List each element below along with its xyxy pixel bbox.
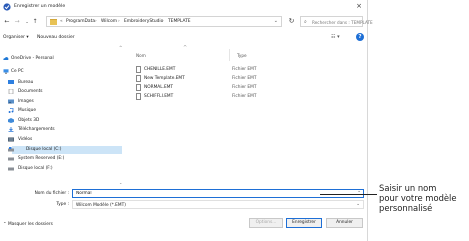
title-bar: Enregistrer un modèle × <box>0 0 367 14</box>
sidebar-item-onedrive[interactable]: OneDrive - Personal <box>11 56 54 61</box>
view-options-icon[interactable]: ☷ ▾ <box>331 34 340 40</box>
sidebar-item-videos[interactable]: Vidéos <box>18 137 32 142</box>
desktop-icon <box>8 80 14 84</box>
back-arrow-icon[interactable]: ← <box>3 17 11 26</box>
recent-locations-icon[interactable]: ⌄ <box>23 17 31 26</box>
sidebar-item-images[interactable]: Images <box>18 99 34 104</box>
file-icon <box>136 66 141 73</box>
file-type: Fichier EMT <box>232 94 257 99</box>
drive-icon <box>8 147 14 152</box>
callout-line-1: Saisir un nom <box>379 183 437 193</box>
file-row[interactable]: CHENILLE.EMT Fichier EMT <box>136 66 336 74</box>
sidebar-item-musique[interactable]: Musique <box>18 108 36 113</box>
objects-3d-icon <box>8 118 14 123</box>
column-header-type[interactable]: Type <box>237 53 247 58</box>
file-type: Fichier EMT <box>232 85 257 90</box>
dialog-title: Enregistrer un modèle <box>14 4 66 9</box>
sidebar-item-ce-pc[interactable]: Ce PC <box>11 69 24 74</box>
file-name: New Template.EMT <box>144 76 185 81</box>
chevron-down-icon[interactable]: ⌄ <box>274 18 278 24</box>
cloud-icon <box>3 57 9 60</box>
callout-line-2: pour votre modèle <box>379 193 457 203</box>
file-type: Fichier EMT <box>232 76 257 81</box>
app-icon <box>3 3 11 11</box>
file-row[interactable]: New Template.EMT Fichier EMT <box>136 75 336 83</box>
pictures-icon <box>8 99 14 104</box>
up-arrow-icon[interactable]: ↑ <box>31 17 39 26</box>
column-header-name[interactable]: Nom <box>136 53 146 58</box>
drive-icon <box>8 167 14 171</box>
hide-folders-toggle[interactable]: ⌃ Masquer les dossiers <box>3 222 53 227</box>
file-name: SCHIFFLI.EMT <box>144 94 174 99</box>
options-button[interactable]: Options... <box>249 218 283 228</box>
breadcrumb-programdata[interactable]: ProgramData <box>66 19 95 24</box>
file-name: CHENILLE.EMT <box>144 67 176 72</box>
file-icon <box>136 75 141 82</box>
callout-line <box>320 194 377 195</box>
callout-line-3: personnalisé <box>379 203 433 213</box>
file-icon <box>136 84 141 91</box>
videos-icon <box>8 137 14 142</box>
pc-icon <box>3 69 9 74</box>
file-type-value: Wilcom Modèle (*.EMT) <box>76 202 126 208</box>
command-bar: Organiser ▾ Nouveau dossier ☷ ▾ ? <box>0 31 367 44</box>
sidebar-item-bureau[interactable]: Bureau <box>18 80 33 85</box>
file-icon <box>136 93 141 100</box>
column-divider[interactable] <box>229 49 230 61</box>
forward-arrow-icon[interactable]: → <box>13 17 21 26</box>
music-icon <box>8 108 14 113</box>
documents-icon <box>8 89 14 94</box>
search-icon: ⌕ <box>304 19 307 25</box>
sidebar-item-label: Disque local (C:) <box>26 147 62 152</box>
refresh-icon[interactable]: ↻ <box>286 16 297 27</box>
help-icon[interactable]: ? <box>356 33 364 41</box>
breadcrumb-separator-icon: › <box>118 19 120 24</box>
save-template-dialog: Enregistrer un modèle × ← → ⌄ ↑ « Progra… <box>0 0 373 241</box>
breadcrumb-separator-icon: › <box>162 19 164 24</box>
sidebar-item-documents[interactable]: Documents <box>18 89 43 94</box>
breadcrumb-template[interactable]: TEMPLATE <box>168 19 191 24</box>
address-bar[interactable]: « ProgramData › Wilcom › EmbroideryStudi… <box>46 16 282 27</box>
scroll-up-icon[interactable]: ^ <box>119 45 122 50</box>
file-type-select[interactable]: Wilcom Modèle (*.EMT) ⌄ <box>72 200 364 209</box>
sort-caret-icon: ^ <box>183 45 188 51</box>
file-row[interactable]: NORMAL.EMT Fichier EMT <box>136 84 336 92</box>
sidebar-item-disque-local-f[interactable]: Disque local (F:) <box>18 166 53 171</box>
close-button[interactable]: × <box>353 1 365 12</box>
navigation-bar: ← → ⌄ ↑ « ProgramData › Wilcom › Embroid… <box>0 14 373 29</box>
file-list: ^ Nom Type CHENILLE.EMT Fichier EMT New … <box>126 44 367 186</box>
file-row[interactable]: SCHIFFLI.EMT Fichier EMT <box>136 93 336 101</box>
save-button[interactable]: Enregistrer <box>286 218 322 228</box>
cancel-button[interactable]: Annuler <box>326 218 363 228</box>
save-form: Nom du fichier : ⌄ Type : Wilcom Modèle … <box>0 189 367 241</box>
sidebar-item-system-reserved[interactable]: System Reserved (E:) <box>18 156 64 161</box>
navigation-pane: OneDrive - Personal Ce PC Bureau Documen… <box>0 44 124 186</box>
type-label: Type : <box>56 202 69 207</box>
breadcrumb-embroiderystudio[interactable]: EmbroideryStudio <box>124 19 163 24</box>
filename-label: Nom du fichier : <box>34 191 69 196</box>
sidebar-item-disque-local-c[interactable]: Disque local (C:) <box>12 146 122 154</box>
callout-annotation: Saisir un nom pour votre modèle personna… <box>379 183 467 213</box>
downloads-icon <box>8 127 14 132</box>
drive-icon <box>8 157 14 161</box>
chevron-down-icon: ⌄ <box>356 202 360 207</box>
search-placeholder[interactable]: Rechercher dans : TEMPLATE <box>312 20 373 25</box>
breadcrumb-wilcom[interactable]: Wilcom <box>101 19 117 24</box>
folder-icon <box>50 19 57 25</box>
file-type: Fichier EMT <box>232 67 257 72</box>
breadcrumb-overflow[interactable]: « <box>60 19 63 24</box>
new-folder-button[interactable]: Nouveau dossier <box>37 35 75 40</box>
organize-menu[interactable]: Organiser ▾ <box>3 35 29 40</box>
scroll-down-icon[interactable]: ⌄ <box>119 180 122 185</box>
sidebar-item-telechargements[interactable]: Téléchargements <box>18 127 55 132</box>
breadcrumb-separator-icon: › <box>95 19 97 24</box>
file-name: NORMAL.EMT <box>144 85 174 90</box>
sidebar-item-objets-3d[interactable]: Objets 3D <box>18 118 39 123</box>
search-box[interactable]: ⌕ Rechercher dans : TEMPLATE <box>300 16 373 27</box>
